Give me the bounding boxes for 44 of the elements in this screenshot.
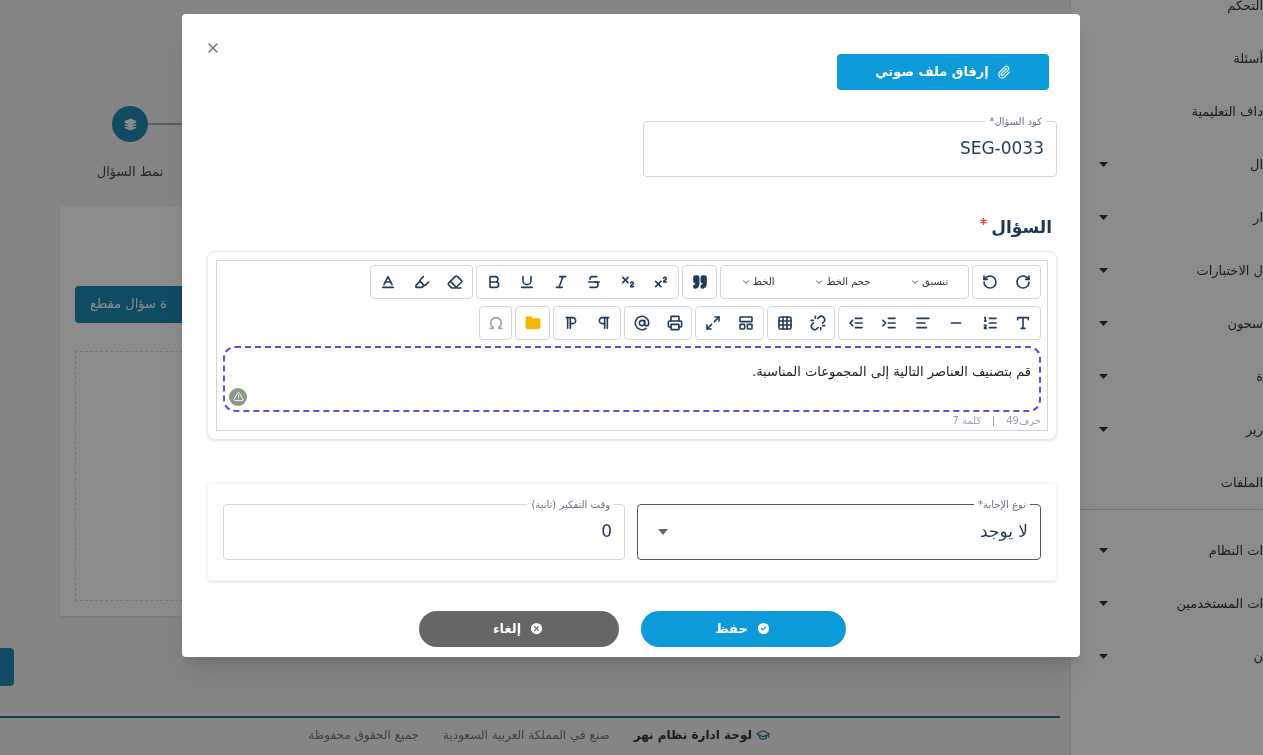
- expand-caret-icon: [1099, 215, 1108, 220]
- sidebar-item[interactable]: سحون: [1071, 297, 1263, 350]
- attach-audio-button[interactable]: إرفاق ملف صوتي: [837, 54, 1049, 90]
- footer-title: لوحة ادارة نظام نهر: [633, 726, 752, 744]
- sidebar-item[interactable]: ة: [1071, 350, 1263, 403]
- field-value: SEG-0033: [959, 137, 1044, 161]
- layers-icon: [123, 117, 137, 131]
- sidebar-item[interactable]: ات النظام: [1071, 524, 1263, 577]
- paperclip-icon: [996, 65, 1011, 79]
- footer-text: جميع الحقوق محفوظة: [308, 726, 420, 744]
- expand-caret-icon: [1099, 548, 1108, 553]
- expand-caret-icon: [1099, 427, 1108, 432]
- footer-text: صنع في المملكة العربية السعودية: [443, 726, 610, 744]
- expand-caret-icon: [1099, 162, 1108, 167]
- warning-badge-icon: [229, 387, 247, 406]
- cancel-button[interactable]: إلغاء: [418, 610, 619, 647]
- expand-caret-icon: [1099, 374, 1108, 379]
- toolbar-dropdown[interactable]: الخط: [740, 274, 775, 289]
- field-label: كود السؤال*: [985, 114, 1046, 129]
- expand-caret-icon: [1099, 601, 1108, 606]
- field-value: لا يوجد: [979, 519, 1028, 543]
- sidebar-item[interactable]: رير: [1071, 403, 1263, 456]
- sidebar-item[interactable]: ل الاختبارات: [1071, 244, 1263, 297]
- field-value: 0: [601, 519, 612, 543]
- dropdown-caret-icon: [658, 528, 668, 535]
- save-button[interactable]: حفظ: [640, 610, 846, 647]
- x-circle-icon: [529, 621, 545, 636]
- question-label: السؤال: [207, 215, 1052, 241]
- toolbar-dropdown[interactable]: حجم الخط: [814, 274, 871, 289]
- expand-caret-icon: [1099, 321, 1108, 326]
- sidebar-item[interactable]: ن: [1071, 630, 1263, 683]
- char-count: حرف49: [1006, 414, 1041, 428]
- step-label: نمط السؤال: [96, 163, 164, 182]
- sidebar-item[interactable]: ار: [1071, 191, 1263, 244]
- word-count: كلمة 7: [952, 414, 982, 428]
- question-text: قم بتصنيف العناصر التالية إلى المجموعات المناسبة.: [751, 362, 1031, 381]
- expand-caret-icon: [1099, 268, 1108, 273]
- toolbar-dropdown[interactable]: تنسيق: [910, 274, 949, 289]
- sidebar-item[interactable]: ال: [1071, 138, 1263, 191]
- check-circle-icon: [755, 621, 771, 636]
- graduation-cap-icon: [756, 727, 770, 742]
- editor-content[interactable]: قم بتصنيف العناصر التالية إلى المجموعات المناسبة.: [223, 345, 1041, 412]
- expand-caret-icon: [1099, 654, 1108, 659]
- sidebar-item[interactable]: ات المستخدمين: [1071, 577, 1263, 630]
